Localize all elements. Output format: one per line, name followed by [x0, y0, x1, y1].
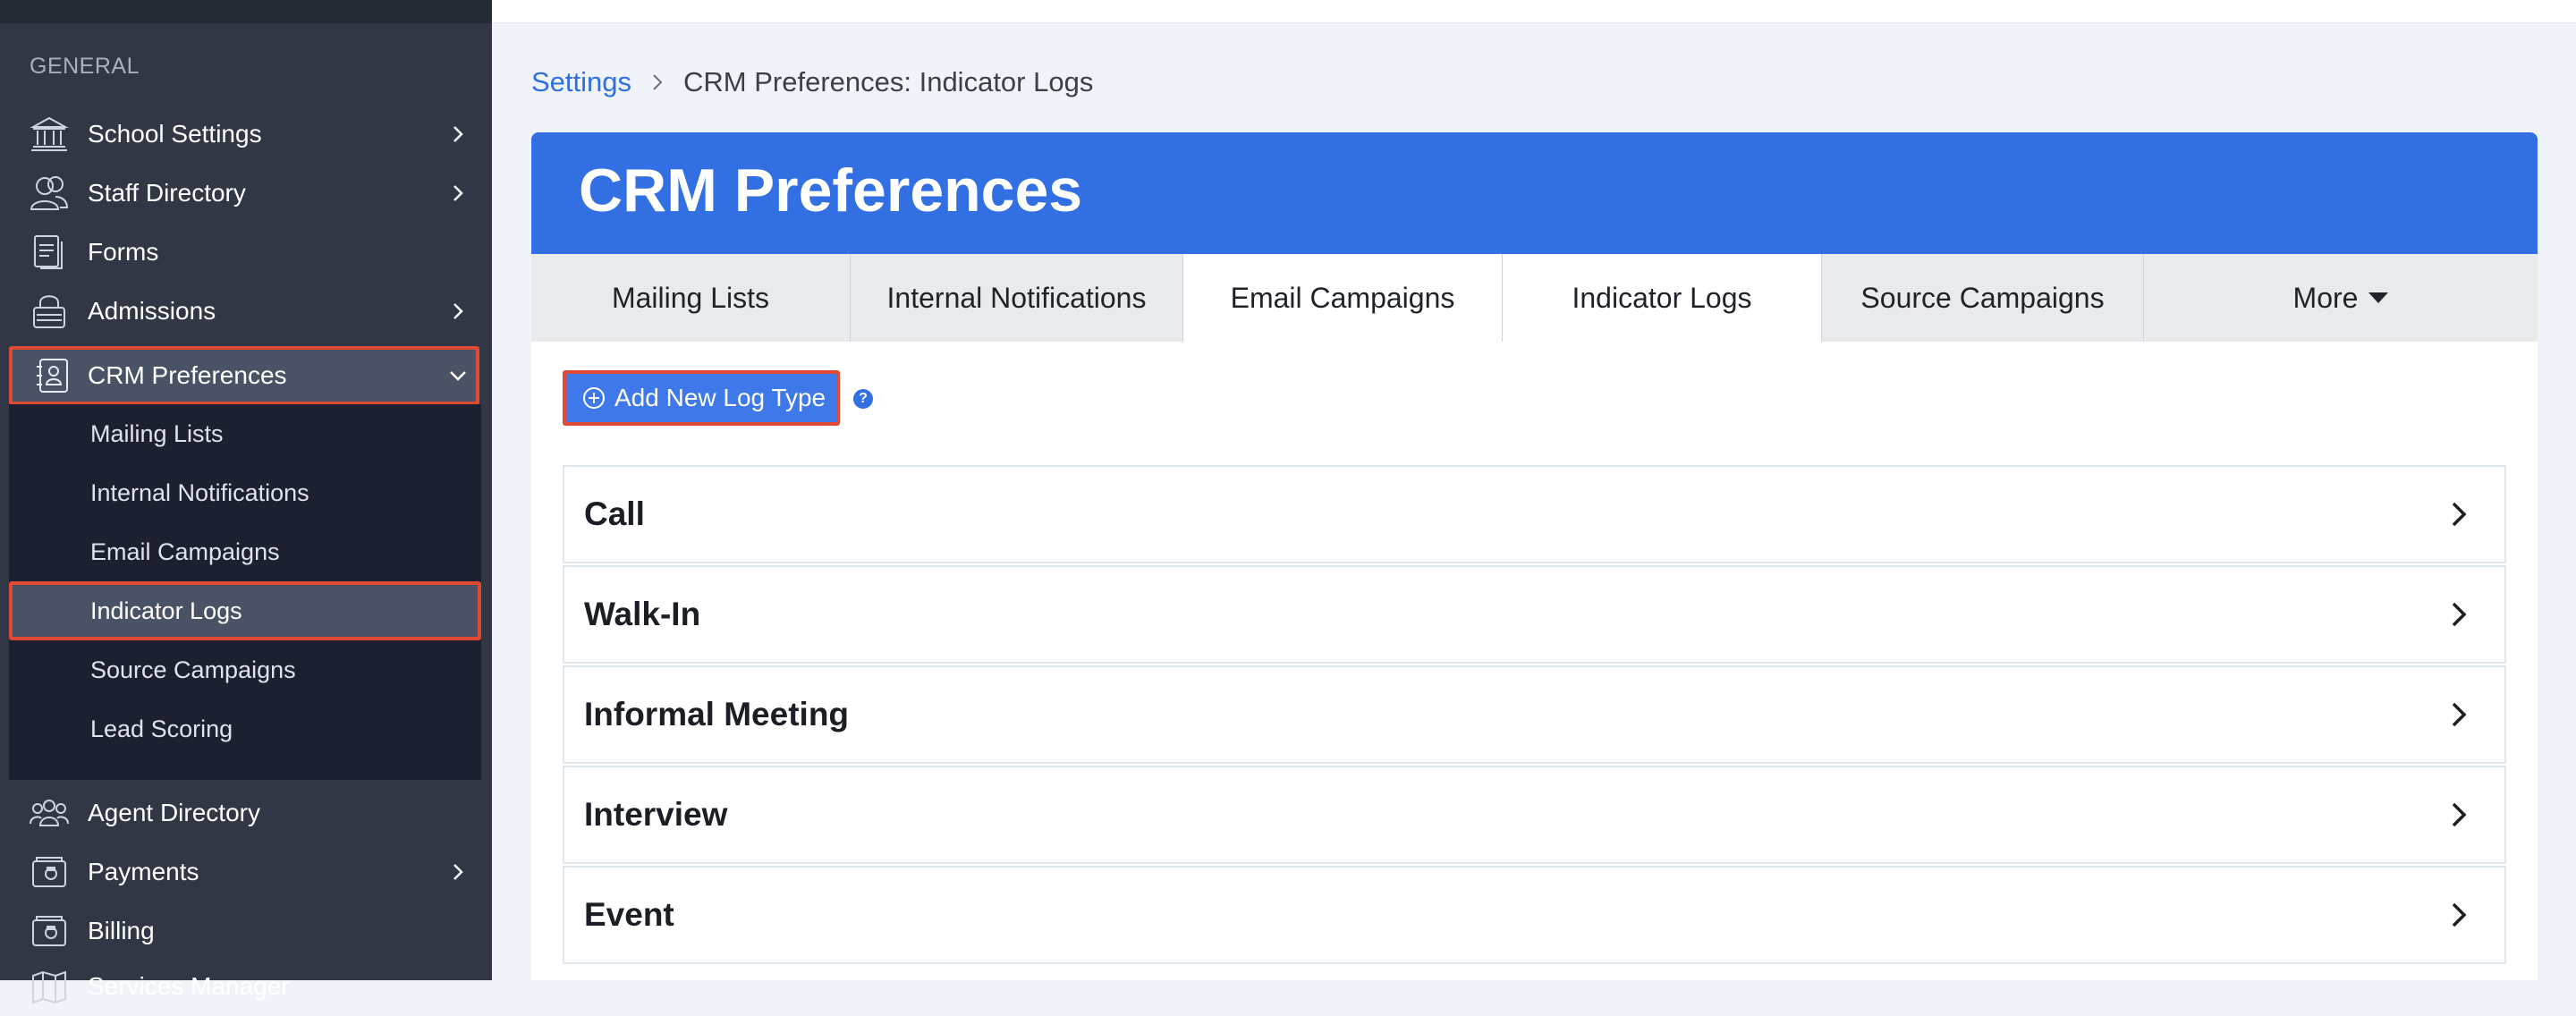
sidebar-item-agent-directory[interactable]: Agent Directory [0, 783, 492, 842]
sidebar-item-label: Forms [88, 238, 159, 266]
camera-wallet-icon [27, 909, 72, 953]
chevron-right-icon [651, 72, 664, 92]
chevron-right-icon [2447, 499, 2470, 529]
tab-more-dropdown[interactable]: More [2144, 254, 2538, 342]
plus-circle-icon [582, 386, 606, 410]
submenu-item-email-campaigns[interactable]: Email Campaigns [9, 522, 481, 581]
sidebar-item-billing[interactable]: Billing [0, 902, 492, 961]
tab-label: More [2292, 281, 2359, 314]
submenu-item-label: Indicator Logs [90, 597, 242, 624]
submenu-item-label: Mailing Lists [90, 419, 224, 447]
submenu-item-label: Lead Scoring [90, 715, 233, 742]
sidebar-item-school-settings[interactable]: School Settings [0, 105, 492, 164]
top-bar [0, 0, 2576, 23]
chevron-right-icon [2447, 900, 2470, 930]
tab-label: Email Campaigns [1230, 281, 1455, 314]
sidebar-item-services-manager[interactable]: Services Manager [0, 957, 492, 1016]
chevron-down-icon [447, 365, 469, 386]
submenu-item-label: Source Campaigns [90, 656, 296, 683]
chevron-right-icon [447, 182, 469, 204]
log-type-row-interview[interactable]: Interview [563, 766, 2506, 864]
submenu-item-internal-notifications[interactable]: Internal Notifications [9, 463, 481, 522]
log-type-name: Call [584, 495, 645, 532]
help-icon[interactable]: ? [853, 389, 873, 409]
sidebar-item-forms[interactable]: Forms [0, 223, 492, 282]
chevron-right-icon [2447, 699, 2470, 730]
chevron-right-icon [2447, 599, 2470, 630]
chevron-right-icon [447, 861, 469, 883]
sidebar-item-label: Billing [88, 917, 155, 944]
lock-icon [27, 289, 72, 334]
sidebar-section-label: GENERAL [30, 54, 140, 79]
submenu-item-source-campaigns[interactable]: Source Campaigns [9, 640, 481, 699]
crm-submenu: Mailing Lists Internal Notifications Ema… [9, 404, 481, 780]
tab-label: Indicator Logs [1572, 281, 1752, 314]
log-type-name: Interview [584, 796, 728, 833]
sidebar-item-staff-directory[interactable]: Staff Directory [0, 164, 492, 223]
sidebar-item-label: School Settings [88, 120, 262, 148]
page-title: CRM Preferences [579, 157, 1083, 224]
add-button-label: Add New Log Type [614, 384, 826, 411]
log-type-row-informal-meeting[interactable]: Informal Meeting [563, 665, 2506, 764]
sidebar-item-admissions[interactable]: Admissions [0, 282, 492, 341]
log-type-name: Walk-In [584, 596, 701, 632]
sidebar-item-label: Staff Directory [88, 179, 246, 207]
tab-mailing-lists[interactable]: Mailing Lists [531, 254, 851, 342]
bank-building-icon [27, 112, 72, 157]
map-icon [27, 964, 72, 1009]
sidebar-item-label: Payments [88, 858, 199, 885]
crm-preferences-panel: CRM Preferences Mailing Lists Internal N… [531, 132, 2538, 980]
log-type-row-event[interactable]: Event [563, 866, 2506, 964]
submenu-item-label: Email Campaigns [90, 538, 280, 565]
panel-header: CRM Preferences [531, 132, 2538, 254]
log-type-row-walk-in[interactable]: Walk-In [563, 565, 2506, 664]
contact-book-icon [30, 353, 75, 398]
add-new-log-type-button[interactable]: Add New Log Type [563, 370, 840, 426]
tab-internal-notifications[interactable]: Internal Notifications [851, 254, 1183, 342]
wallet-icon [27, 850, 72, 894]
chevron-right-icon [447, 123, 469, 145]
breadcrumb-settings-link[interactable]: Settings [531, 66, 631, 98]
sidebar-item-label: Agent Directory [88, 799, 260, 826]
tab-email-campaigns[interactable]: Email Campaigns [1183, 254, 1503, 342]
breadcrumb: Settings CRM Preferences: Indicator Logs [531, 64, 1093, 100]
tab-bar: Mailing Lists Internal Notifications Ema… [531, 254, 2538, 342]
log-type-row-call[interactable]: Call [563, 465, 2506, 563]
log-type-list: Call Walk-In Informal Meeting Interview … [563, 465, 2506, 966]
sidebar-item-payments[interactable]: Payments [0, 842, 492, 902]
tab-indicator-logs[interactable]: Indicator Logs [1503, 254, 1822, 342]
sidebar: GENERAL School Settings Staff Directory … [0, 23, 492, 1004]
documents-icon [27, 230, 72, 275]
caret-down-icon [2368, 292, 2389, 303]
submenu-item-label: Internal Notifications [90, 478, 309, 506]
breadcrumb-current: CRM Preferences: Indicator Logs [683, 66, 1094, 97]
people-icon [27, 171, 72, 216]
submenu-item-indicator-logs[interactable]: Indicator Logs [9, 581, 481, 640]
submenu-item-mailing-lists[interactable]: Mailing Lists [9, 404, 481, 463]
group-icon [27, 791, 72, 835]
tab-label: Mailing Lists [611, 281, 770, 314]
chevron-right-icon [447, 301, 469, 322]
sidebar-item-label: Services Manager [88, 972, 290, 1000]
submenu-item-lead-scoring[interactable]: Lead Scoring [9, 699, 481, 758]
tab-source-campaigns[interactable]: Source Campaigns [1822, 254, 2144, 342]
tab-label: Source Campaigns [1860, 281, 2105, 314]
chevron-right-icon [2447, 800, 2470, 830]
log-type-name: Event [584, 896, 674, 933]
tab-label: Internal Notifications [886, 281, 1147, 314]
sidebar-item-crm-preferences[interactable]: CRM Preferences [9, 346, 479, 405]
top-bar-sidebar-strip [0, 0, 492, 23]
log-type-name: Informal Meeting [584, 696, 850, 732]
sidebar-item-label: Admissions [88, 297, 216, 325]
sidebar-item-label: CRM Preferences [88, 361, 287, 389]
